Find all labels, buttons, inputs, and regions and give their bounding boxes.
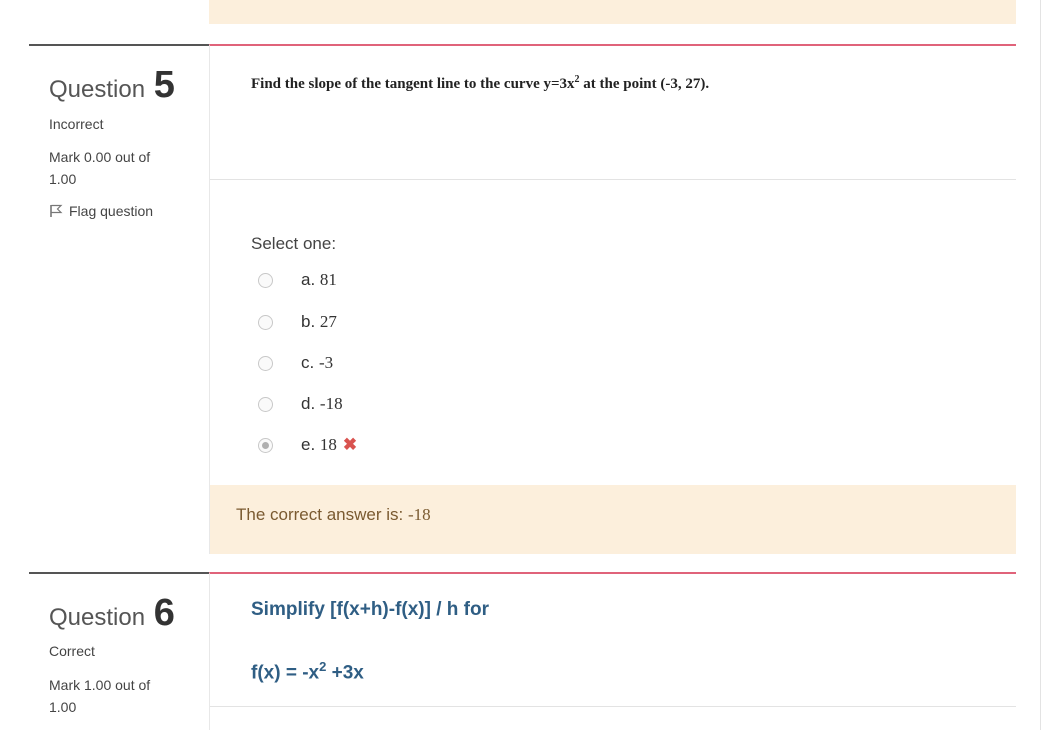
question-text-divider xyxy=(210,706,1016,707)
question-number: Question 6 xyxy=(49,592,175,635)
grade-line-1: Mark 1.00 out of xyxy=(49,677,151,693)
question-number-value: 5 xyxy=(153,64,175,106)
feedback-panel: The correct answer is: -18 xyxy=(210,485,1016,554)
question-content: Simplify [f(x+h)-f(x)] / h for f(x) = -x… xyxy=(209,572,1016,730)
question-label: Question xyxy=(49,76,146,103)
question-label: Question xyxy=(49,604,146,631)
flag-question-button[interactable]: Flag question xyxy=(49,203,153,219)
question-content: Find the slope of the tangent line to th… xyxy=(209,44,1016,554)
question-number-value: 6 xyxy=(153,592,175,634)
radio-button[interactable] xyxy=(258,355,273,371)
answer-label: b. 27 xyxy=(301,312,337,331)
question-5: Question 5 Incorrect Mark 0.00 out of 1.… xyxy=(0,44,1043,554)
grade-line-2: 1.00 xyxy=(49,171,77,187)
answer-label: a. 81 xyxy=(301,270,337,289)
question-text-divider xyxy=(210,179,1016,180)
grade-line-1: Mark 0.00 out of xyxy=(49,149,151,165)
question-info-panel: Question 6 Correct Mark 1.00 out of 1.00 xyxy=(29,572,209,730)
incorrect-x-icon: ✖ xyxy=(342,435,358,454)
answer-option-a[interactable]: a. 81 xyxy=(258,270,337,290)
question-text-line-2: f(x) = -x2 +3x xyxy=(251,659,364,684)
question-6: Question 6 Correct Mark 1.00 out of 1.00… xyxy=(0,572,1043,730)
select-one-prompt: Select one: xyxy=(251,234,337,253)
radio-button[interactable] xyxy=(258,396,273,412)
answer-label: c. -3 xyxy=(301,353,334,372)
radio-button[interactable] xyxy=(258,314,273,330)
correct-answer-text: The correct answer is: -18 xyxy=(236,505,431,524)
flag-icon xyxy=(50,204,63,217)
answer-option-c[interactable]: c. -3 xyxy=(258,353,333,373)
previous-question-feedback-area xyxy=(209,0,1016,24)
answer-option-d[interactable]: d. -18 xyxy=(258,394,343,414)
question-text: Find the slope of the tangent line to th… xyxy=(251,74,710,92)
radio-button[interactable] xyxy=(258,272,273,288)
answer-option-e[interactable]: e. 18 ✖ xyxy=(258,435,357,455)
question-text-line-1: Simplify [f(x+h)-f(x)] / h for xyxy=(251,599,490,620)
question-grade: Mark 0.00 out of 1.00 xyxy=(49,146,189,190)
grade-line-2: 1.00 xyxy=(49,699,77,715)
answer-label: d. -18 xyxy=(301,394,343,413)
question-state: Incorrect xyxy=(49,116,104,132)
question-grade: Mark 1.00 out of 1.00 xyxy=(49,674,189,718)
answer-option-b[interactable]: b. 27 xyxy=(258,312,337,332)
radio-button-selected[interactable] xyxy=(258,437,273,453)
question-number: Question 5 xyxy=(49,64,175,107)
answer-label: e. 18 xyxy=(301,435,337,454)
question-state: Correct xyxy=(49,643,95,659)
question-info-panel: Question 5 Incorrect Mark 0.00 out of 1.… xyxy=(29,44,209,554)
flag-question-label: Flag question xyxy=(69,203,154,219)
